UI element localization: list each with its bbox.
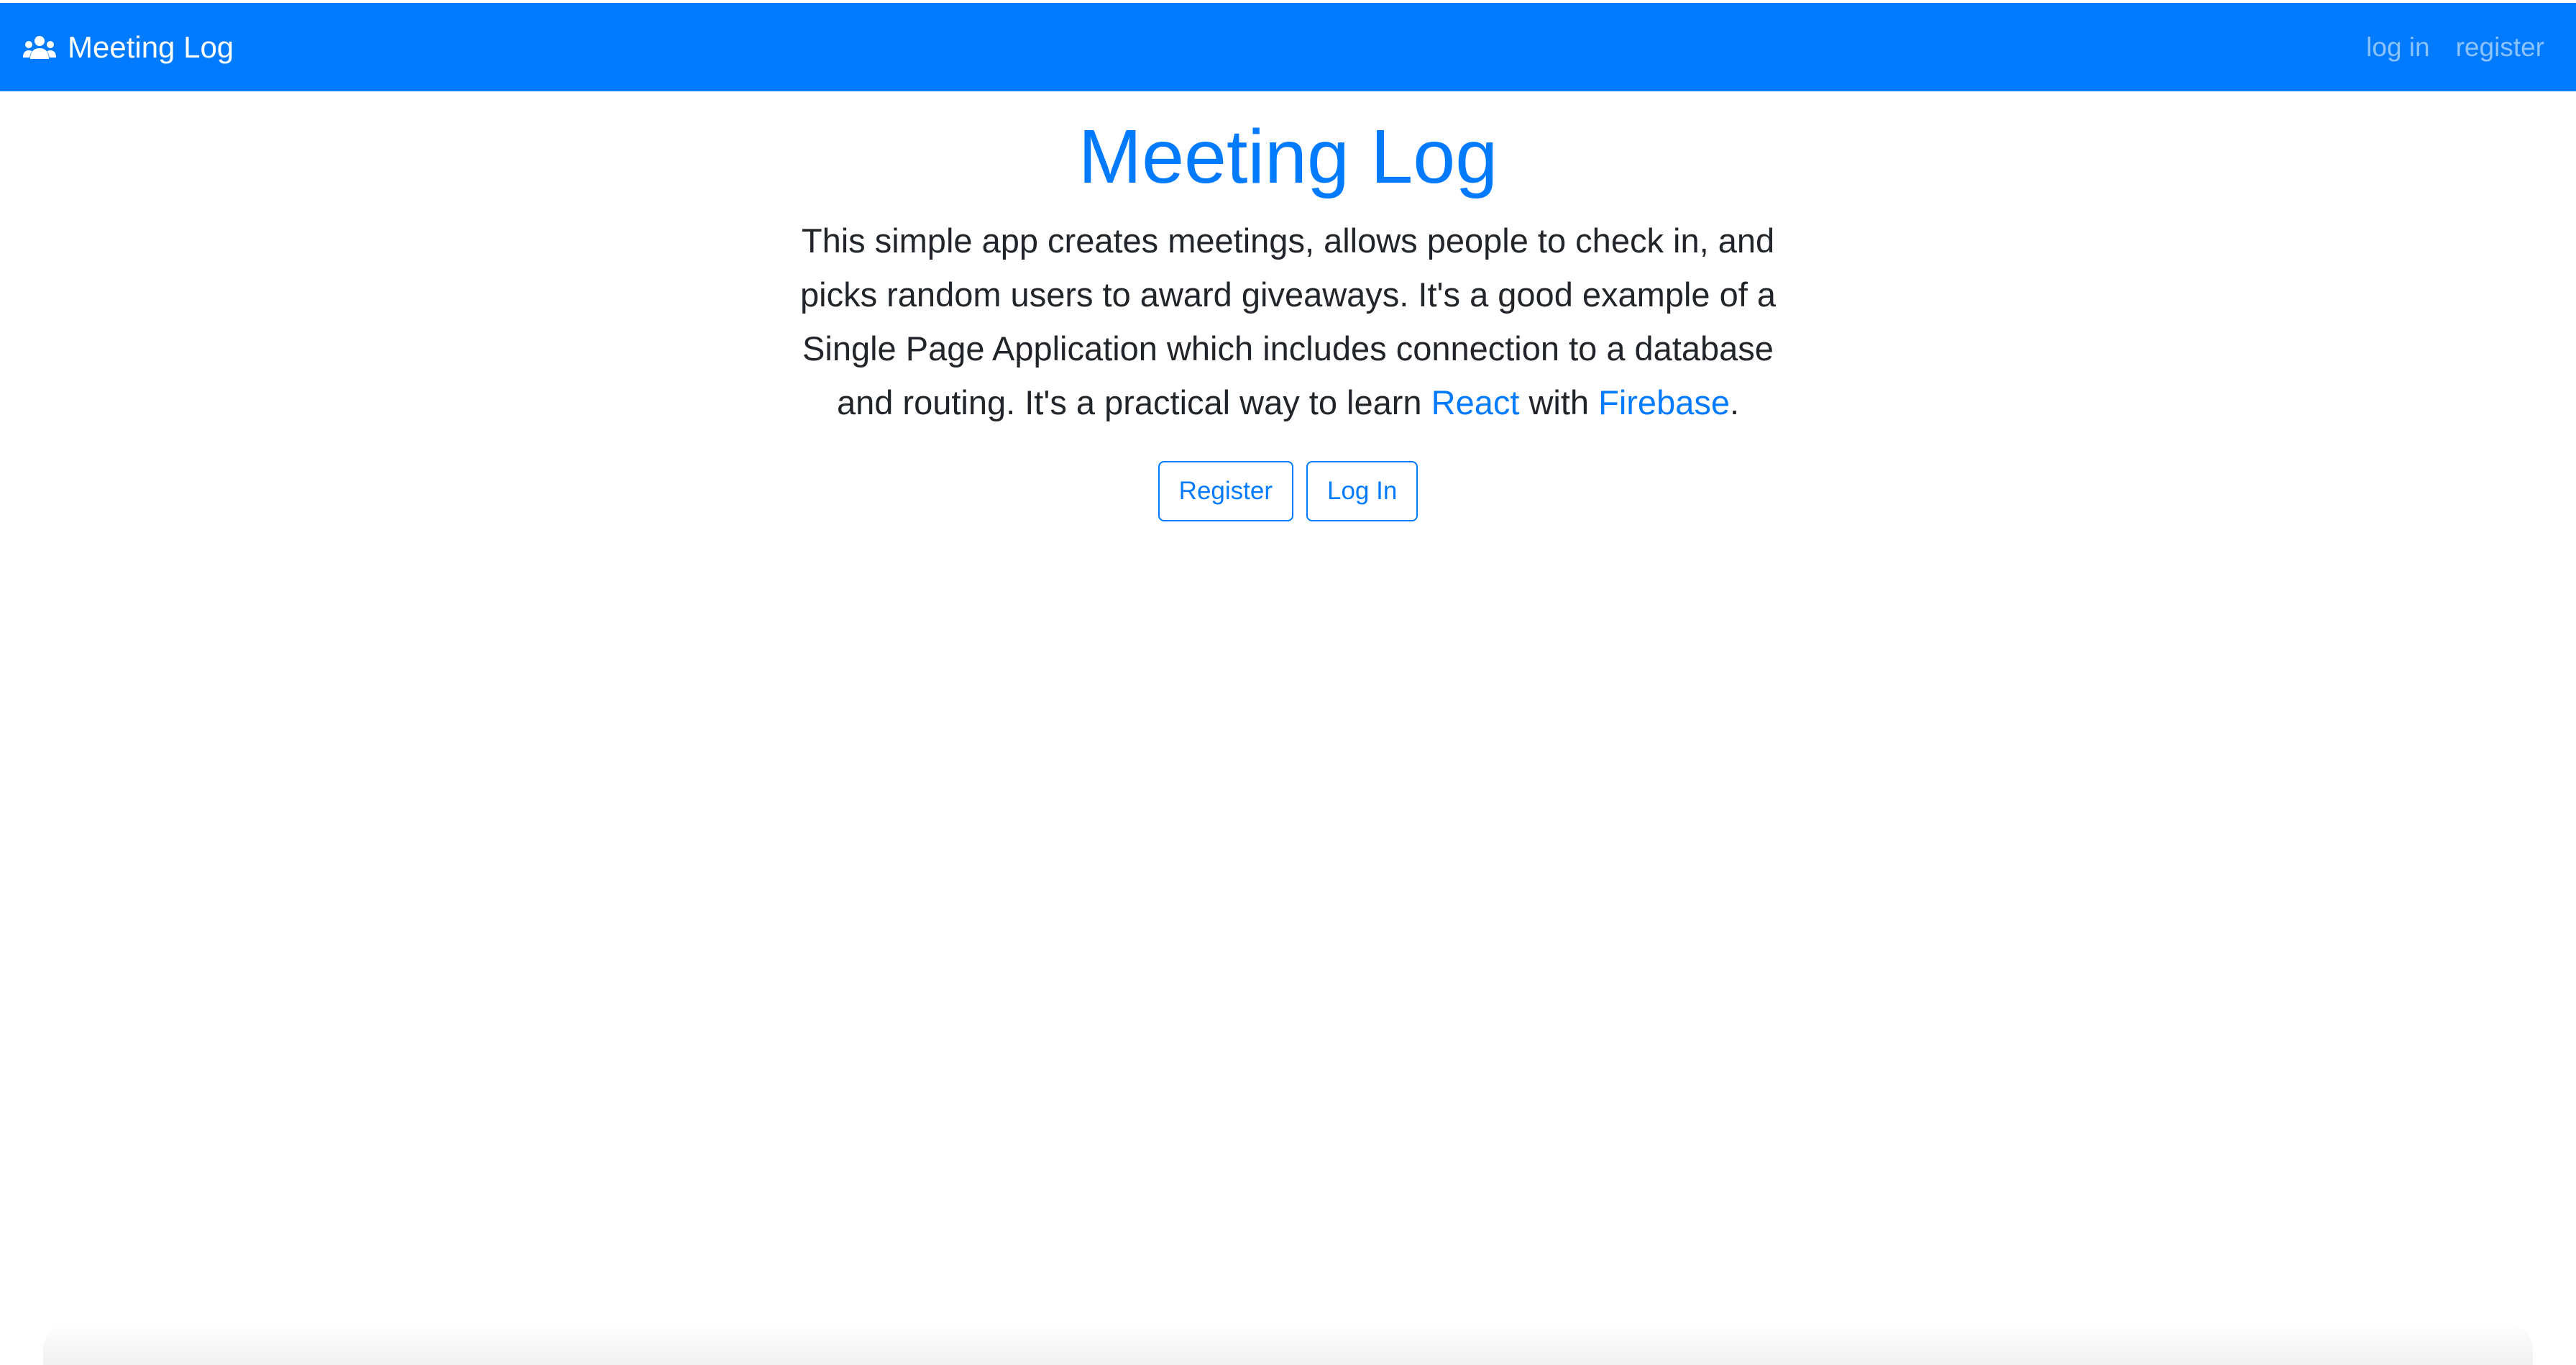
- page-title: Meeting Log: [1078, 114, 1498, 199]
- bottom-shadow: [43, 1322, 2533, 1365]
- react-link[interactable]: React: [1431, 383, 1520, 421]
- hero-buttons: Register Log In: [0, 460, 2576, 521]
- page: Meeting Log log in register Meeting Log …: [0, 0, 2576, 1365]
- nav-link-log-in[interactable]: log in: [2366, 32, 2429, 63]
- nav-link-register[interactable]: register: [2456, 32, 2544, 63]
- nav-links: log in register: [2366, 32, 2553, 63]
- hero-description: This simple app creates meetings, allows…: [792, 214, 1784, 429]
- hero-text-with: with: [1519, 383, 1599, 421]
- brand-label: Meeting Log: [68, 29, 234, 64]
- register-button[interactable]: Register: [1158, 460, 1293, 521]
- navbar: Meeting Log log in register: [0, 3, 2576, 91]
- users-icon: [23, 35, 56, 60]
- firebase-link[interactable]: Firebase: [1598, 383, 1730, 421]
- hero-text-end: .: [1729, 383, 1740, 421]
- log-in-button[interactable]: Log In: [1306, 460, 1418, 521]
- brand-link[interactable]: Meeting Log: [23, 32, 234, 63]
- hero-section: Meeting Log This simple app creates meet…: [0, 115, 2576, 521]
